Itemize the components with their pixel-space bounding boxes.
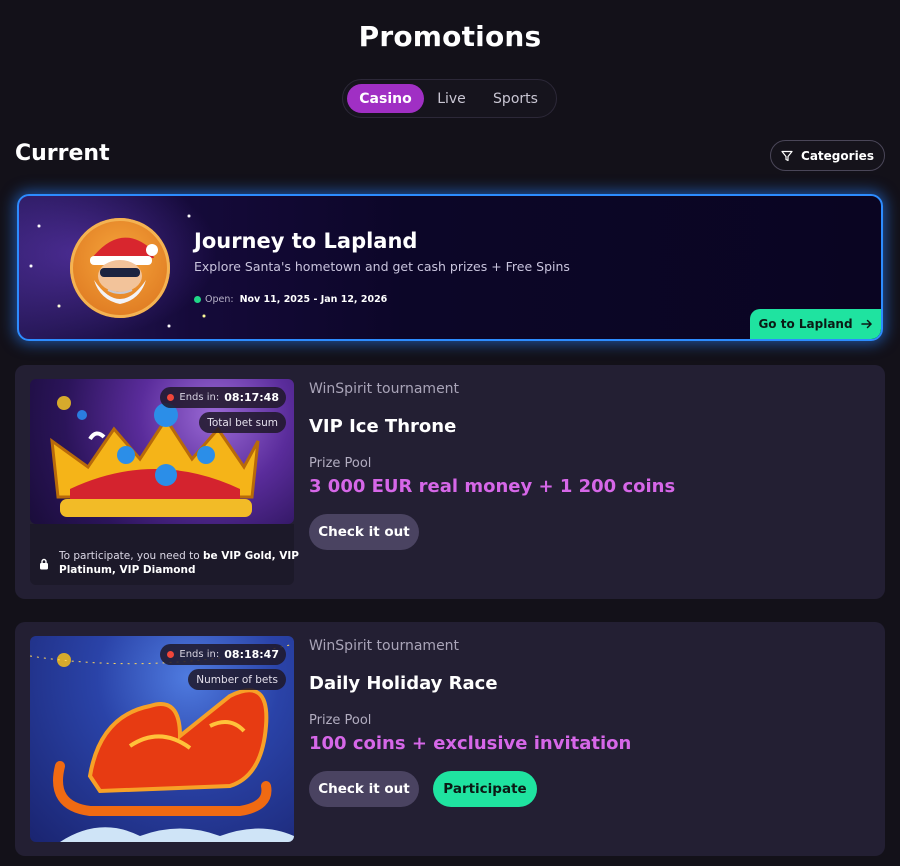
tournament-kind: WinSpirit tournament <box>309 638 460 654</box>
featured-dates: Open: Nov 11, 2025 - Jan 12, 2026 <box>194 294 387 305</box>
page-title: Promotions <box>358 20 542 53</box>
arrow-right-icon <box>860 319 872 329</box>
featured-promo-banner[interactable]: Journey to Lapland Explore Santa's homet… <box>17 194 883 341</box>
ends-in-timer: 08:18:47 <box>224 648 279 661</box>
live-dot-icon <box>167 394 175 401</box>
tournament-type-badge: Number of bets <box>188 669 286 690</box>
featured-title: Journey to Lapland <box>194 229 418 253</box>
tab-live[interactable]: Live <box>424 84 479 113</box>
tournament-image-crown[interactable]: Ends in: 08:17:48 Total bet sum <box>30 379 294 524</box>
tournament-kind: WinSpirit tournament <box>309 381 460 397</box>
promotion-tabs: Casino Live Sports <box>342 79 557 118</box>
vip-requirement-note: To participate, you need to be VIP Gold,… <box>59 549 299 577</box>
tournament-card: Ends in: 08:17:48 Total bet sum To parti… <box>15 365 885 599</box>
section-title: Current <box>15 141 110 166</box>
ends-in-badge: Ends in: 08:17:48 <box>160 387 286 408</box>
featured-status: Open: <box>205 294 234 305</box>
go-to-lapland-label: Go to Lapland <box>758 317 853 331</box>
featured-subtitle: Explore Santa's hometown and get cash pr… <box>194 259 570 274</box>
live-dot-icon <box>167 651 175 658</box>
tab-sports[interactable]: Sports <box>479 84 552 113</box>
categories-label: Categories <box>801 148 874 163</box>
filter-icon <box>781 150 793 161</box>
lock-icon <box>40 558 48 570</box>
tournament-name: Daily Holiday Race <box>309 673 498 694</box>
requirement-prefix: To participate, you need to <box>59 550 203 562</box>
santa-avatar-image <box>70 218 170 318</box>
go-to-lapland-button[interactable]: Go to Lapland <box>750 309 881 339</box>
tournament-name: VIP Ice Throne <box>309 416 457 437</box>
tab-casino[interactable]: Casino <box>347 84 424 113</box>
ends-in-badge: Ends in: 08:18:47 <box>160 644 286 665</box>
participate-button[interactable]: Participate <box>433 771 537 807</box>
prize-pool-label: Prize Pool <box>309 713 372 728</box>
tournament-card: Ends in: 08:18:47 Number of bets WinSpir… <box>15 622 885 856</box>
featured-date-range: Nov 11, 2025 - Jan 12, 2026 <box>239 294 388 305</box>
tournament-type-badge: Total bet sum <box>199 412 286 433</box>
prize-pool-value: 3 000 EUR real money + 1 200 coins <box>309 476 676 497</box>
ends-in-label: Ends in: <box>179 392 220 403</box>
prize-pool-label: Prize Pool <box>309 456 372 471</box>
tournament-image-sleigh[interactable]: Ends in: 08:18:47 Number of bets <box>30 636 294 842</box>
ends-in-timer: 08:17:48 <box>224 391 279 404</box>
ends-in-label: Ends in: <box>179 649 220 660</box>
sleigh-illustration <box>30 643 294 842</box>
check-it-out-button[interactable]: Check it out <box>309 771 419 807</box>
check-it-out-button[interactable]: Check it out <box>309 514 419 550</box>
open-status-dot-icon <box>194 296 201 303</box>
prize-pool-value: 100 coins + exclusive invitation <box>309 733 632 754</box>
categories-button[interactable]: Categories <box>770 140 885 171</box>
